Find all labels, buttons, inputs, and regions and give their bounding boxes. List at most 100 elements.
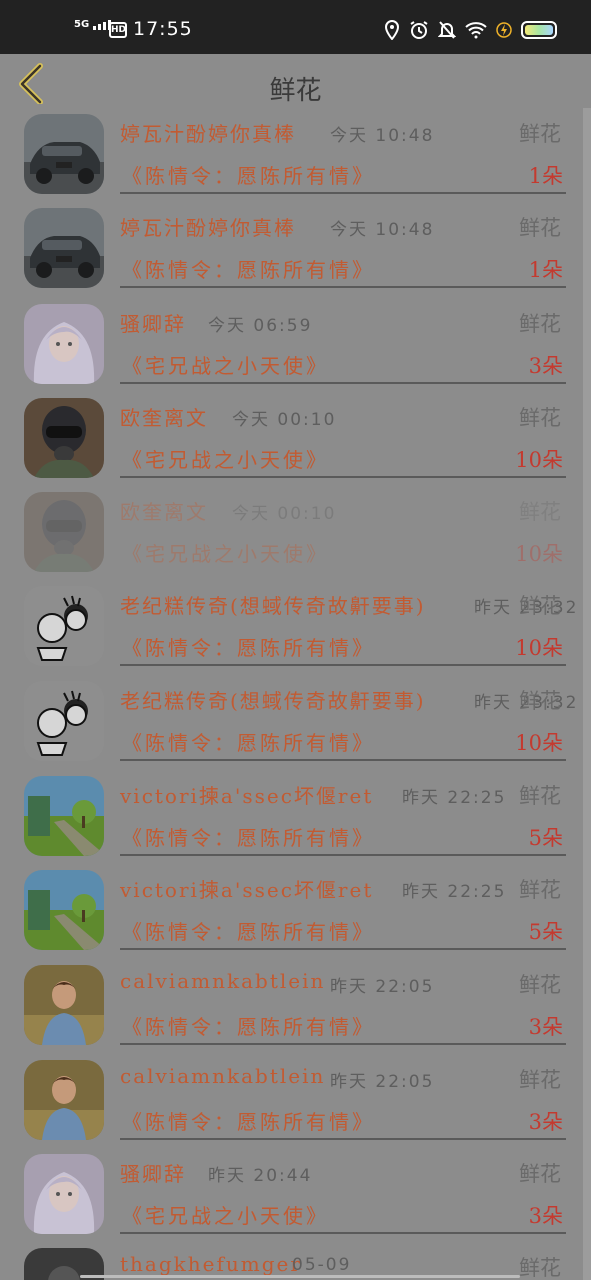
drama-title: 《陈情令：愿陈所有情》 <box>122 1015 375 1039</box>
gift-type: 鲜花 <box>519 216 561 240</box>
gift-count: 10朵 <box>515 542 563 566</box>
gift-type: 鲜花 <box>519 973 561 997</box>
gift-count: 10朵 <box>515 448 563 472</box>
avatar[interactable] <box>24 1060 104 1140</box>
charging-icon <box>496 22 512 38</box>
divider <box>120 1043 566 1045</box>
gift-type: 鲜花 <box>519 312 561 336</box>
divider <box>120 759 566 761</box>
list-item[interactable]: 老纪糕传奇(想蜮传奇故鼾要事) 昨天 23:32 鲜花 《陈情令：愿陈所有情》 … <box>0 580 583 674</box>
drama-title: 《陈情令：愿陈所有情》 <box>122 731 375 755</box>
send-time: 今天 00:10 <box>232 504 337 524</box>
send-time: 昨天 22:25 <box>402 882 507 902</box>
avatar[interactable] <box>24 681 104 761</box>
drama-title: 《陈情令：愿陈所有情》 <box>122 826 375 850</box>
drama-title: 《陈情令：愿陈所有情》 <box>122 164 375 188</box>
drama-title: 《宅兄战之小天使》 <box>122 354 329 378</box>
divider <box>120 286 566 288</box>
send-time: 昨天 22:05 <box>330 977 435 997</box>
gift-type: 鲜花 <box>519 406 561 430</box>
gift-type: 鲜花 <box>519 594 561 618</box>
list-item[interactable]: 欧奎离文 今天 00:10 鲜花 《宅兄战之小天使》 10朵 <box>0 486 583 580</box>
avatar[interactable] <box>24 398 104 478</box>
status-bar: 5G HD 17:55 <box>0 0 591 54</box>
gift-record-list[interactable]: 婷瓦汁酚婷你真棒 今天 10:48 鲜花 《陈情令：愿陈所有情》 1朵 婷瓦汁酚… <box>0 108 583 1280</box>
scrollbar[interactable] <box>583 108 591 1280</box>
divider <box>120 1232 566 1234</box>
divider <box>120 192 566 194</box>
sender-name: 婷瓦汁酚婷你真棒 <box>120 216 296 240</box>
avatar[interactable] <box>24 304 104 384</box>
drama-title: 《陈情令：愿陈所有情》 <box>122 1110 375 1134</box>
sender-name: victori揀a'ssec坏偃ret <box>120 784 374 808</box>
drama-title: 《宅兄战之小天使》 <box>122 542 329 566</box>
network-type: 5G <box>74 19 90 30</box>
location-icon <box>384 20 400 40</box>
sender-name: thagkhefumger <box>120 1252 302 1276</box>
gift-type: 鲜花 <box>519 784 561 808</box>
divider <box>120 948 566 950</box>
avatar[interactable] <box>24 114 104 194</box>
alarm-icon <box>410 21 428 39</box>
sender-name: 老纪糕传奇(想蜮传奇故鼾要事) <box>120 689 426 713</box>
avatar[interactable] <box>24 965 104 1045</box>
gift-count: 1朵 <box>528 164 563 188</box>
divider <box>120 1138 566 1140</box>
list-item[interactable]: 欧奎离文 今天 00:10 鲜花 《宅兄战之小天使》 10朵 <box>0 392 583 486</box>
avatar[interactable] <box>24 208 104 288</box>
sender-name: 欧奎离文 <box>120 406 208 430</box>
gift-count: 10朵 <box>515 636 563 660</box>
sender-name: victori揀a'ssec坏偃ret <box>120 878 374 902</box>
divider <box>120 476 566 478</box>
page-title: 鲜花 <box>269 76 322 106</box>
gift-count: 1朵 <box>528 258 563 282</box>
drama-title: 《陈情令：愿陈所有情》 <box>122 636 375 660</box>
gift-type: 鲜花 <box>519 689 561 713</box>
gift-type: 鲜花 <box>519 1256 561 1280</box>
send-time: 05-09 <box>292 1255 352 1275</box>
list-item[interactable]: calviamnkabtlein 昨天 22:05 鲜花 《陈情令：愿陈所有情》… <box>0 959 583 1053</box>
list-item[interactable]: 老纪糕传奇(想蜮传奇故鼾要事) 昨天 23:32 鲜花 《陈情令：愿陈所有情》 … <box>0 675 583 769</box>
gift-count: 3朵 <box>528 1015 563 1039</box>
sender-name: calviamnkabtlein <box>120 969 326 993</box>
list-item[interactable]: 骚卿辞 昨天 20:44 鲜花 《宅兄战之小天使》 3朵 <box>0 1148 583 1242</box>
title-bar: 鲜花 <box>0 54 591 108</box>
list-item[interactable]: 骚卿辞 今天 06:59 鲜花 《宅兄战之小天使》 3朵 <box>0 298 583 392</box>
avatar[interactable] <box>24 776 104 856</box>
drama-title: 《陈情令：愿陈所有情》 <box>122 920 375 944</box>
cellular-signal-icon: 5G <box>74 19 112 30</box>
gift-type: 鲜花 <box>519 1162 561 1186</box>
avatar[interactable] <box>24 870 104 950</box>
home-indicator[interactable] <box>80 1275 520 1278</box>
divider <box>120 854 566 856</box>
battery-icon <box>521 21 557 39</box>
drama-title: 《宅兄战之小天使》 <box>122 1204 329 1228</box>
gift-type: 鲜花 <box>519 122 561 146</box>
list-item[interactable]: 婷瓦汁酚婷你真棒 今天 10:48 鲜花 《陈情令：愿陈所有情》 1朵 <box>0 108 583 202</box>
list-item[interactable]: 婷瓦汁酚婷你真棒 今天 10:48 鲜花 《陈情令：愿陈所有情》 1朵 <box>0 202 583 296</box>
clock: 17:55 <box>133 18 193 40</box>
status-icons <box>384 20 557 40</box>
sender-name: 老纪糕传奇(想蜮传奇故鼾要事) <box>120 594 426 618</box>
send-time: 今天 06:59 <box>208 316 313 336</box>
gift-count: 10朵 <box>515 731 563 755</box>
send-time: 今天 10:48 <box>330 220 435 240</box>
gift-type: 鲜花 <box>519 500 561 524</box>
list-item[interactable]: victori揀a'ssec坏偃ret 昨天 22:25 鲜花 《陈情令：愿陈所… <box>0 864 583 958</box>
send-time: 昨天 22:25 <box>402 788 507 808</box>
gift-count: 3朵 <box>528 1204 563 1228</box>
avatar[interactable] <box>24 586 104 666</box>
avatar[interactable] <box>24 1154 104 1234</box>
list-item[interactable]: calviamnkabtlein 昨天 22:05 鲜花 《陈情令：愿陈所有情》… <box>0 1054 583 1148</box>
divider <box>120 382 566 384</box>
gift-type: 鲜花 <box>519 878 561 902</box>
send-time: 昨天 20:44 <box>208 1166 313 1186</box>
gift-count: 3朵 <box>528 354 563 378</box>
send-time: 今天 10:48 <box>330 126 435 146</box>
avatar[interactable] <box>24 492 104 572</box>
send-time: 今天 00:10 <box>232 410 337 430</box>
list-item[interactable]: victori揀a'ssec坏偃ret 昨天 22:25 鲜花 《陈情令：愿陈所… <box>0 770 583 864</box>
sender-name: 骚卿辞 <box>120 312 186 336</box>
divider <box>120 664 566 666</box>
hd-icon: HD <box>109 22 127 38</box>
